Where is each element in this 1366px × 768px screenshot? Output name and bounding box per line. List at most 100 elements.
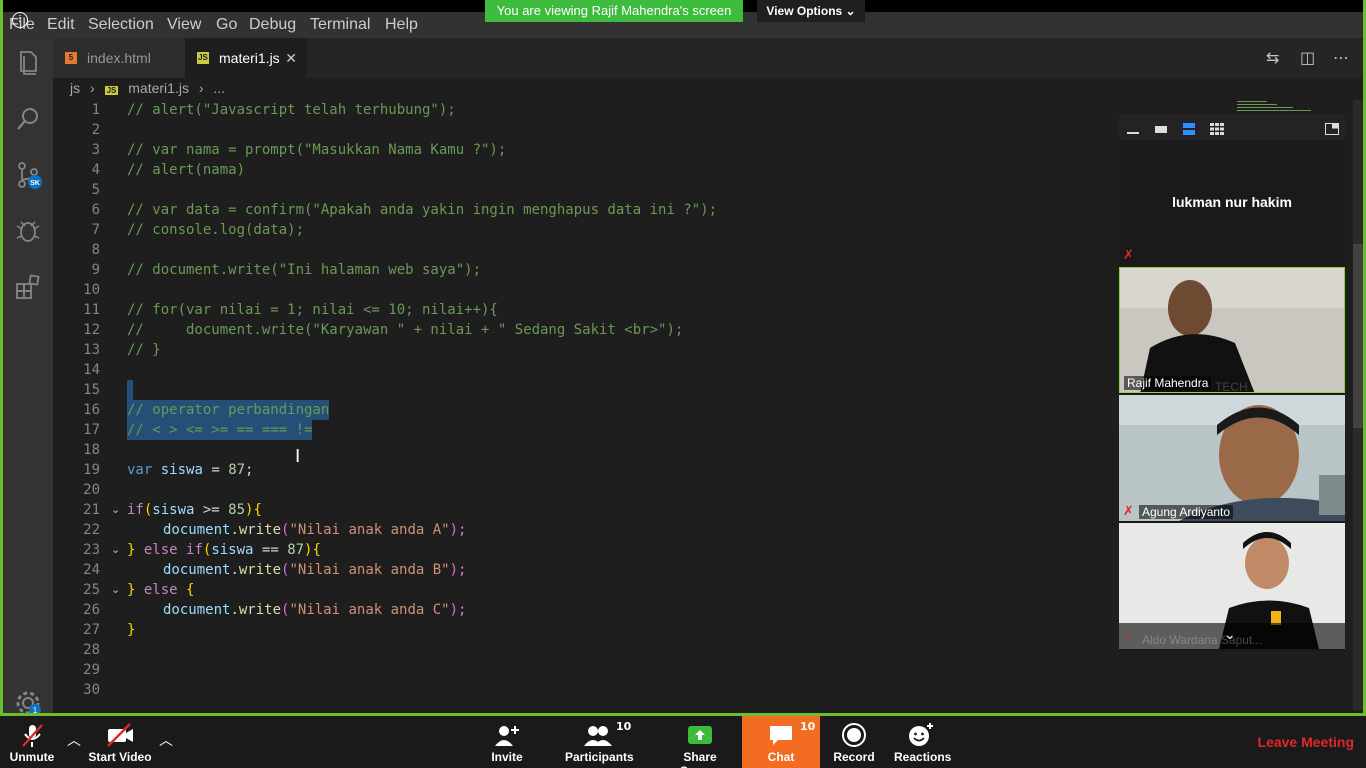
line-number: 9 bbox=[91, 262, 100, 278]
invite-button[interactable]: Invite bbox=[485, 716, 529, 768]
line-number: 14 bbox=[83, 362, 100, 378]
video-frame: TECH bbox=[1120, 268, 1344, 393]
search-icon[interactable] bbox=[13, 104, 43, 134]
view-options-button[interactable]: View Options ⌄ bbox=[757, 0, 865, 22]
line-number: 16 bbox=[83, 402, 100, 418]
line-number: 20 bbox=[83, 482, 100, 498]
start-video-button[interactable]: Start Video bbox=[88, 716, 152, 768]
code-line: // alert("Javascript telah terhubung"); bbox=[127, 102, 456, 118]
extensions-icon[interactable] bbox=[13, 272, 43, 302]
line-number: 22 bbox=[83, 522, 100, 538]
breadcrumb: js › JS materi1.js › ... bbox=[70, 80, 231, 98]
reaction-smiley-icon bbox=[909, 723, 933, 746]
debug-icon[interactable] bbox=[13, 216, 43, 246]
menu-selection[interactable]: Selection bbox=[88, 16, 154, 34]
breadcrumb-file[interactable]: materi1.js bbox=[128, 80, 189, 96]
sk-badge: SK bbox=[30, 180, 40, 187]
code-line: document.write("Nilai anak anda A"); bbox=[163, 522, 467, 538]
video-tile-aldo[interactable]: ✗ Aldo Wardana Saput... ⌄ bbox=[1119, 523, 1345, 649]
line-number: 4 bbox=[91, 162, 100, 178]
line-number: 7 bbox=[91, 222, 100, 238]
menu-terminal[interactable]: Terminal bbox=[310, 16, 370, 34]
fold-chevron-icon[interactable]: ⌄ bbox=[111, 583, 120, 596]
participants-icon bbox=[584, 726, 612, 746]
html5-icon: 5 bbox=[65, 52, 77, 64]
fold-chevron-icon[interactable]: ⌄ bbox=[111, 543, 120, 556]
menu-help[interactable]: Help bbox=[385, 16, 418, 34]
audio-options-caret-icon[interactable]: ︿ bbox=[67, 730, 81, 750]
chevron-down-icon[interactable]: ⌄ bbox=[1224, 627, 1236, 643]
unmute-button[interactable]: Unmute bbox=[0, 716, 64, 768]
activity-bar: SK 1 bbox=[3, 38, 53, 713]
code-line: if(siswa >= 85){ bbox=[127, 502, 262, 518]
speaker-view-icon[interactable] bbox=[1182, 120, 1196, 135]
reactions-button[interactable]: Reactions bbox=[894, 716, 951, 768]
line-number: 25 bbox=[83, 582, 100, 598]
tab-label: index.html bbox=[87, 50, 151, 66]
info-icon[interactable]: i bbox=[12, 12, 28, 28]
shared-screen: File Edit Selection View Go Debug Termin… bbox=[0, 0, 1366, 716]
menu-debug[interactable]: Debug bbox=[249, 16, 296, 34]
leave-meeting-button[interactable]: Leave Meeting bbox=[1258, 734, 1354, 750]
code-line: } else if(siswa == 87){ bbox=[127, 542, 321, 558]
add-person-icon bbox=[495, 726, 519, 746]
line-number: 1 bbox=[91, 102, 100, 118]
hide-video-icon[interactable] bbox=[1154, 120, 1168, 133]
scrollbar-thumb[interactable] bbox=[1353, 244, 1363, 428]
record-button[interactable]: Record bbox=[832, 716, 876, 768]
code-line: // document.write("Karyawan " + nilai + … bbox=[127, 322, 684, 338]
menu-edit[interactable]: Edit bbox=[47, 16, 75, 34]
source-control-icon[interactable]: SK bbox=[13, 160, 43, 190]
code-line: // for(var nilai = 1; nilai <= 10; nilai… bbox=[127, 302, 498, 318]
menu-go[interactable]: Go bbox=[216, 16, 237, 34]
fold-chevron-icon[interactable]: ⌄ bbox=[111, 503, 120, 516]
close-tab-icon[interactable]: ✕ bbox=[285, 38, 297, 78]
line-number: 19 bbox=[83, 462, 100, 478]
chat-bubble-icon bbox=[770, 726, 792, 745]
settings-gear-icon[interactable]: 1 bbox=[13, 688, 43, 713]
compare-changes-icon[interactable]: ⇆ bbox=[1266, 48, 1279, 67]
tab-materi1-js[interactable]: JS materi1.js ✕ bbox=[185, 38, 307, 78]
minimap[interactable] bbox=[1235, 98, 1315, 112]
line-number: 24 bbox=[83, 562, 100, 578]
breadcrumb-more[interactable]: ... bbox=[213, 80, 225, 96]
code-line: // var data = confirm("Apakah anda yakin… bbox=[127, 202, 718, 218]
muted-mic-icon bbox=[22, 724, 43, 747]
code-line: // console.log(data); bbox=[127, 222, 305, 238]
muted-mic-icon: ✗ bbox=[1123, 630, 1134, 645]
line-number: 5 bbox=[91, 182, 100, 198]
split-editor-icon[interactable]: ◫ bbox=[1300, 48, 1315, 67]
minimize-icon[interactable] bbox=[1126, 120, 1140, 134]
tab-index-html[interactable]: 5 index.html bbox=[53, 38, 185, 78]
muted-mic-icon: ✗ bbox=[1123, 504, 1134, 519]
svg-text:TECH: TECH bbox=[1215, 380, 1248, 393]
tab-bar: 5 index.html JS materi1.js ✕ bbox=[53, 38, 1363, 78]
video-options-caret-icon[interactable]: ︿ bbox=[159, 730, 173, 750]
exit-panel-icon[interactable] bbox=[1325, 120, 1339, 135]
code-line: document.write("Nilai anak anda B"); bbox=[163, 562, 467, 578]
text-cursor-icon: Ι bbox=[295, 446, 301, 467]
line-number: 2 bbox=[91, 122, 100, 138]
selection-highlight bbox=[127, 380, 133, 400]
participant-name: Aldo Wardana Saput... bbox=[1142, 633, 1263, 647]
line-number: 8 bbox=[91, 242, 100, 258]
video-panel: lukman nur hakim ✗ TECH Rajif Mahendra ✗ bbox=[1119, 114, 1345, 651]
share-screen-button[interactable]: Share Screen bbox=[664, 716, 736, 768]
gallery-view-icon[interactable] bbox=[1210, 120, 1224, 135]
line-number: 6 bbox=[91, 202, 100, 218]
explorer-icon[interactable] bbox=[13, 48, 43, 78]
video-frame bbox=[1119, 395, 1345, 521]
participant-name: Agung Ardiyanto bbox=[1139, 505, 1234, 519]
code-line: // var nama = prompt("Masukkan Nama Kamu… bbox=[127, 142, 507, 158]
video-tile-agung[interactable]: ✗ Agung Ardiyanto bbox=[1119, 395, 1345, 521]
code-line: document.write("Nilai anak anda C"); bbox=[163, 602, 467, 618]
video-tile-rajif[interactable]: TECH Rajif Mahendra bbox=[1119, 267, 1345, 393]
code-line: // } bbox=[127, 342, 161, 358]
more-actions-icon[interactable]: ⋯ bbox=[1333, 48, 1349, 67]
menu-view[interactable]: View bbox=[167, 16, 201, 34]
host-name: lukman nur hakim bbox=[1172, 194, 1292, 210]
breadcrumb-folder[interactable]: js bbox=[70, 80, 80, 96]
js-icon: JS bbox=[197, 52, 209, 64]
participant-name: Rajif Mahendra bbox=[1124, 376, 1212, 390]
line-number: 18 bbox=[83, 442, 100, 458]
